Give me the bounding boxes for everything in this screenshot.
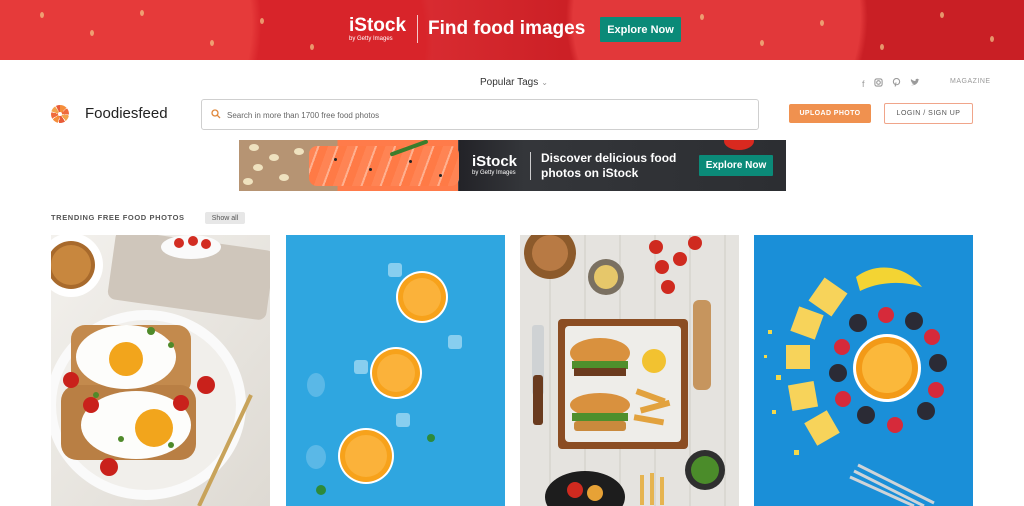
mid-ad-banner[interactable]: iStock by Getty Images Discover deliciou… — [239, 140, 786, 191]
banner-divider — [417, 15, 418, 43]
top-ad-banner[interactable]: iStock by Getty Images Find food images … — [0, 0, 1024, 60]
salmon-decoration — [309, 146, 459, 186]
photo-card-fruit-circle[interactable] — [754, 235, 973, 506]
top-banner-headline: Find food images — [428, 18, 586, 39]
popular-tags-label: Popular Tags — [480, 77, 539, 88]
banner-divider — [530, 152, 531, 180]
photo-fruit-circle — [754, 235, 973, 506]
mid-banner-headline: Discover delicious food photos on iStock — [541, 151, 677, 180]
facebook-icon[interactable]: f — [862, 79, 865, 89]
pinterest-icon[interactable] — [892, 77, 901, 89]
upload-photo-button[interactable]: UPLOAD PHOTO — [789, 104, 871, 123]
show-all-button[interactable]: Show all — [205, 212, 245, 224]
search-bar[interactable] — [201, 99, 759, 130]
search-input[interactable] — [227, 106, 747, 124]
istock-logo: iStock by Getty Images — [349, 15, 407, 42]
photo-card-burgers[interactable] — [520, 235, 739, 506]
photo-card-orange-slices[interactable] — [286, 235, 505, 506]
photo-card-avocado-toast[interactable] — [51, 235, 270, 506]
brand-name[interactable]: Foodiesfeed — [85, 105, 168, 122]
photo-avocado-toast — [51, 235, 270, 506]
top-explore-now-button[interactable]: Explore Now — [600, 17, 681, 42]
magazine-link[interactable]: MAGAZINE — [950, 78, 991, 85]
instagram-icon[interactable] — [873, 78, 883, 89]
istock-logo: iStock by Getty Images — [472, 153, 518, 176]
foodiesfeed-logo-icon[interactable] — [51, 105, 69, 123]
chevron-down-icon: ⌄ — [541, 78, 548, 87]
social-links: f — [862, 77, 920, 89]
login-signup-button[interactable]: LOGIN / SIGN UP — [884, 103, 973, 124]
photo-orange-slices — [286, 235, 505, 506]
popular-tags-dropdown[interactable]: Popular Tags ⌄ — [480, 77, 548, 88]
search-icon — [211, 109, 221, 119]
section-title: TRENDING FREE FOOD PHOTOS — [51, 213, 185, 222]
photo-burgers — [520, 235, 739, 506]
twitter-icon[interactable] — [910, 78, 920, 89]
mid-explore-now-button[interactable]: Explore Now — [699, 155, 773, 176]
